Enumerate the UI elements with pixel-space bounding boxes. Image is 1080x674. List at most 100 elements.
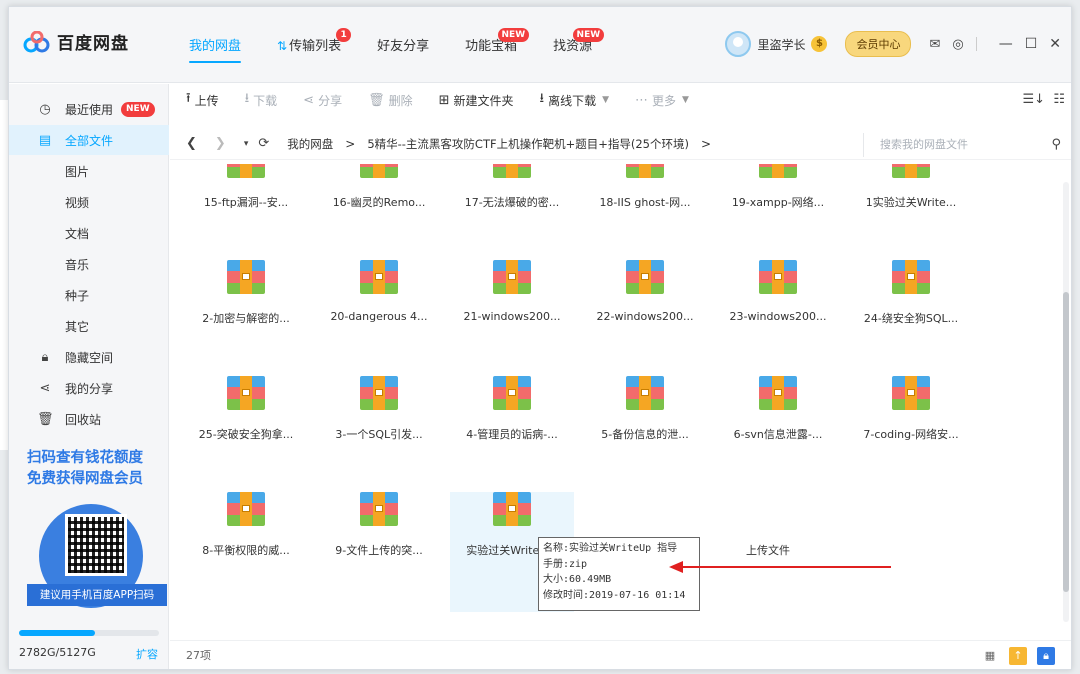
expand-storage-link[interactable]: 扩容: [136, 646, 158, 662]
nav-friend-share[interactable]: 好友分享: [377, 35, 429, 65]
share-button[interactable]: ⋖ 分享: [303, 92, 342, 109]
new-badge: NEW: [497, 28, 530, 42]
file-item[interactable]: 25-突破安全狗拿...: [184, 376, 308, 496]
annotation-arrow-icon: [669, 561, 891, 573]
sidebar-item-other[interactable]: 其它: [9, 311, 169, 341]
vip-level-icon: $: [811, 36, 828, 52]
back-icon[interactable]: ❮: [186, 136, 197, 151]
refresh-icon[interactable]: ⟳: [258, 136, 269, 151]
file-item[interactable]: 15-ftp漏洞--安...: [184, 164, 308, 264]
sidebar-item-hidden-space[interactable]: 🔒︎ 隐藏空间: [9, 342, 169, 372]
grid-view-icon[interactable]: ▦: [981, 647, 999, 665]
nav-find-resources[interactable]: 找资源 NEW: [553, 28, 605, 65]
zip-archive-icon: [227, 376, 265, 410]
more-button[interactable]: ⋯ 更多 ▼: [635, 92, 689, 109]
file-item[interactable]: 7-coding-网络安...: [849, 376, 973, 496]
file-name: 17-无法爆破的密...: [464, 196, 560, 209]
new-folder-button[interactable]: ⊞ 新建文件夹: [439, 92, 514, 109]
file-item[interactable]: 1实验过关Write...: [849, 164, 973, 264]
sidebar-item-recycle-bin[interactable]: 🗑︎ 回收站: [9, 404, 169, 434]
upload-button[interactable]: ⭱ 上传: [186, 89, 219, 111]
file-item[interactable]: 2-加密与解密的...: [184, 260, 308, 380]
file-name: 25-突破安全狗拿...: [198, 428, 294, 441]
file-name: 23-windows200...: [729, 310, 827, 323]
promo-qr-card[interactable]: 建议用手机百度APP扫码: [27, 496, 167, 608]
zip-archive-icon: [227, 492, 265, 526]
sidebar-item-videos[interactable]: 视频: [9, 187, 169, 217]
nav-label: 我的网盘: [189, 39, 242, 54]
file-item[interactable]: 20-dangerous 4...: [317, 260, 441, 380]
nav-feature-box[interactable]: 功能宝箱 NEW: [465, 28, 530, 65]
file-name: 22-windows200...: [596, 310, 694, 323]
file-item[interactable]: 9-文件上传的突...: [317, 492, 441, 612]
sidebar-item-music[interactable]: 音乐: [9, 249, 169, 279]
promo-line-2: 免费获得网盘会员: [27, 471, 143, 487]
settings-icon[interactable]: ◎: [952, 37, 963, 52]
mail-icon[interactable]: ✉: [929, 37, 940, 52]
file-name: 8-平衡权限的威...: [202, 544, 290, 557]
sidebar-item-documents[interactable]: 文档: [9, 218, 169, 248]
nav-my-netdisk[interactable]: 我的网盘: [189, 35, 242, 65]
offline-download-button[interactable]: ⭳ 离线下载 ▼: [540, 89, 610, 111]
breadcrumb-current-folder[interactable]: 5精华--主流黑客攻防CTF上机操作靶机+题目+指导(25个环境): [367, 136, 689, 152]
file-item[interactable]: 3-一个SQL引发...: [317, 376, 441, 496]
upload-file-tile[interactable]: 上传文件: [706, 492, 830, 612]
member-center-button[interactable]: 会员中心: [845, 31, 912, 57]
lock-icon[interactable]: 🔒︎: [1037, 647, 1055, 665]
file-item[interactable]: 21-windows200...: [450, 260, 574, 380]
delete-button[interactable]: 🗑︎ 删除: [368, 92, 413, 109]
file-name: 6-svn信息泄露-...: [733, 428, 823, 441]
background-window-edge: [0, 100, 8, 450]
sidebar-item-all-files[interactable]: ▤ 全部文件: [9, 125, 169, 155]
trash-icon: 🗑︎: [368, 92, 385, 108]
file-item[interactable]: 22-windows200...: [583, 260, 707, 380]
baidu-netdisk-logo-icon: [23, 30, 50, 52]
lock-icon: 🔒︎: [41, 349, 49, 365]
sort-icon[interactable]: ☰↓: [1023, 92, 1046, 107]
breadcrumb-trail[interactable]: >: [701, 137, 711, 151]
sidebar-item-recent[interactable]: ◷ 最近使用 NEW: [9, 94, 169, 124]
file-item[interactable]: 17-无法爆破的密...: [450, 164, 574, 264]
sidebar-item-my-shares[interactable]: ⋖ 我的分享: [9, 373, 169, 403]
maximize-icon[interactable]: ☐: [1025, 36, 1038, 52]
list-view-icon[interactable]: ☷: [1053, 92, 1065, 107]
file-item[interactable]: 4-管理员的诟病-...: [450, 376, 574, 496]
scrollbar[interactable]: [1063, 182, 1069, 622]
file-item[interactable]: 23-windows200...: [716, 260, 840, 380]
file-name: 21-windows200...: [463, 310, 561, 323]
download-button[interactable]: ⭳ 下载: [245, 89, 278, 111]
file-item[interactable]: 6-svn信息泄露-...: [716, 376, 840, 496]
qr-code-icon: [65, 514, 127, 576]
file-item[interactable]: 16-幽灵的Remo...: [317, 164, 441, 264]
sidebar-item-pictures[interactable]: 图片: [9, 156, 169, 186]
search-input[interactable]: 搜索我的网盘文件 ⚲: [863, 133, 1063, 157]
nav-transfer-list[interactable]: ⇅ 传输列表 1: [277, 28, 352, 65]
file-item[interactable]: 18-IIS ghost-网...: [583, 164, 707, 264]
storage-progress-fill: [19, 630, 95, 636]
promo-text[interactable]: 扫码查有钱花额度 免费获得网盘会员: [27, 448, 167, 490]
sidebar-item-torrents[interactable]: 种子: [9, 280, 169, 310]
file-item[interactable]: 24-绕安全狗SQL...: [849, 260, 973, 380]
breadcrumb-root[interactable]: 我的网盘: [287, 136, 333, 152]
minimize-icon[interactable]: —: [999, 36, 1013, 52]
scrollbar-thumb[interactable]: [1063, 292, 1069, 592]
forward-icon[interactable]: ❯: [215, 136, 226, 151]
upload-label: 上传: [194, 93, 219, 108]
file-item[interactable]: 8-平衡权限的威...: [184, 492, 308, 612]
username[interactable]: 里盗学长: [757, 36, 805, 53]
history-dropdown-icon[interactable]: ▾: [244, 139, 249, 149]
sidebar-item-label: 视频: [65, 195, 90, 210]
avatar[interactable]: [725, 31, 752, 57]
sidebar-item-label: 图片: [65, 164, 90, 179]
chevron-down-icon: ▼: [602, 95, 610, 105]
search-icon[interactable]: ⚲: [1051, 133, 1061, 157]
file-item[interactable]: 19-xampp-网络...: [716, 164, 840, 264]
upload-status-icon[interactable]: ↑: [1009, 647, 1027, 665]
status-icons: ▦ ↑ 🔒︎: [971, 647, 1055, 665]
share-label: 分享: [318, 93, 343, 108]
download-label: 下载: [253, 93, 278, 108]
close-icon[interactable]: ✕: [1049, 36, 1061, 52]
nav-label: 好友分享: [377, 39, 430, 54]
chevron-down-icon: ▼: [682, 95, 689, 105]
file-item[interactable]: 5-备份信息的泄...: [583, 376, 707, 496]
